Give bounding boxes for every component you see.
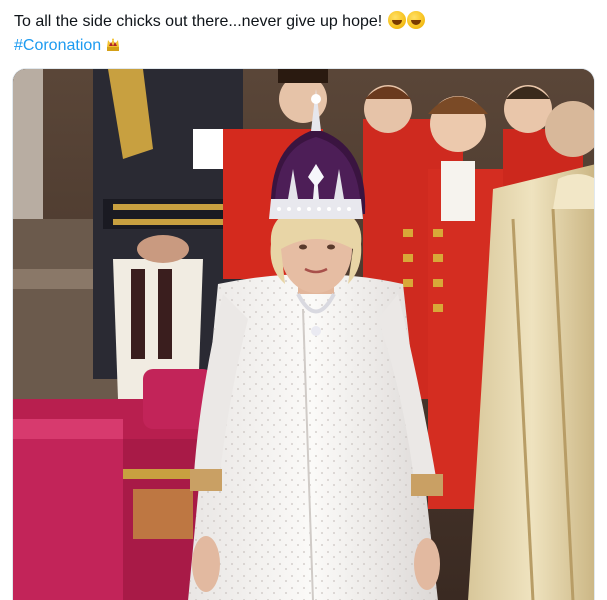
tweet-text-line-1: To all the side chicks out there...never… (14, 10, 594, 34)
tweet-card: To all the side chicks out there...never… (0, 0, 607, 600)
tweet-text: To all the side chicks out there...never… (14, 10, 594, 58)
coronation-photo-illustration (13, 69, 594, 600)
crown-emoji-icon (107, 38, 120, 51)
hashtag-link[interactable]: #Coronation (14, 37, 101, 54)
rolling-laughing-emoji-icon (387, 11, 406, 29)
tweet-photo[interactable] (12, 68, 595, 600)
tweet-caption: To all the side chicks out there...never… (14, 13, 383, 30)
rolling-laughing-emoji-icon (406, 11, 425, 29)
tweet-text-line-2: #Coronation (14, 34, 594, 58)
